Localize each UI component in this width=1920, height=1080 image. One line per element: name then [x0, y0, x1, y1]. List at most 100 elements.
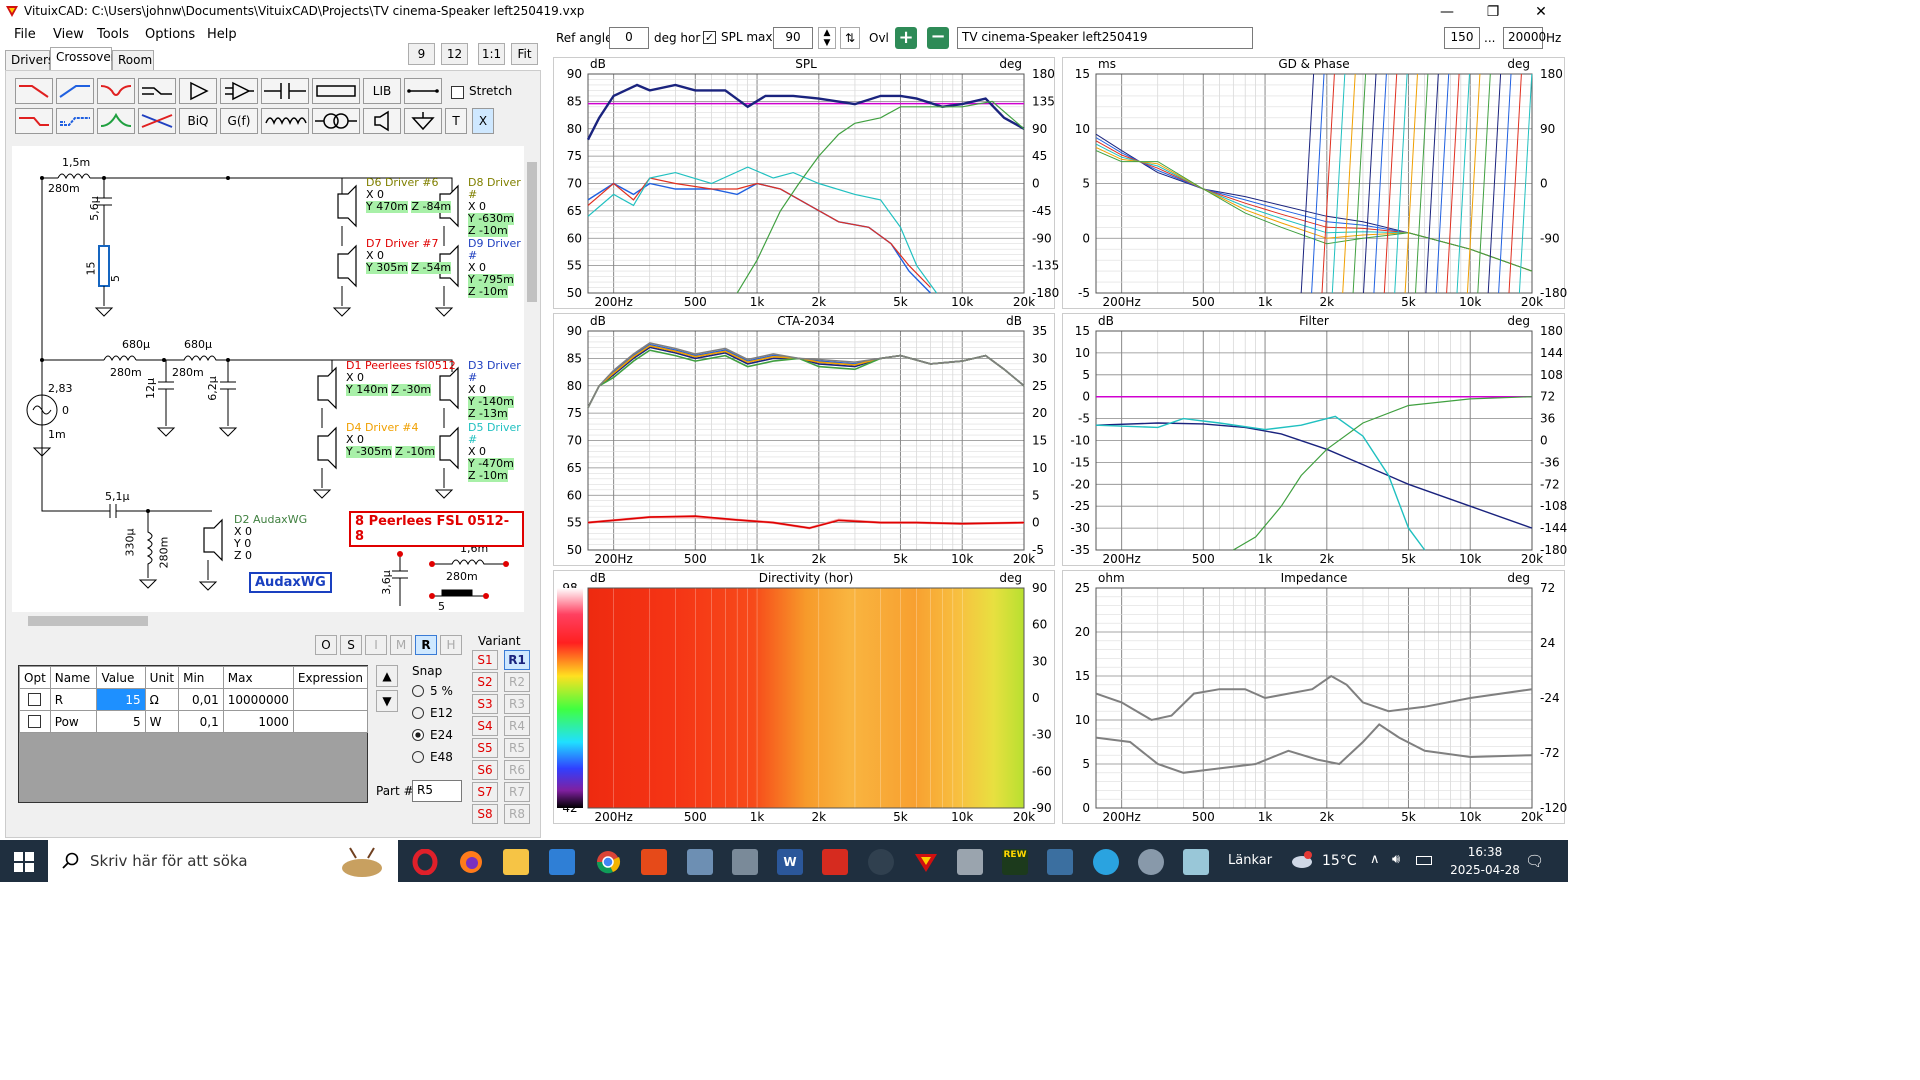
opt-checkbox[interactable] — [28, 693, 42, 706]
driver-tool[interactable] — [363, 108, 401, 134]
battery-icon[interactable] — [1416, 856, 1432, 865]
shelf-tool[interactable] — [138, 78, 176, 104]
variant-s4[interactable]: S4 — [472, 716, 498, 736]
filter-graph[interactable] — [1062, 313, 1565, 566]
project-name-field[interactable]: TV cinema-Speaker left250419 — [957, 27, 1253, 49]
driver-d8[interactable]: D8 Driver # X 0 Y -630m Z -10m — [468, 177, 524, 237]
menu-help[interactable]: Help — [207, 27, 237, 42]
cta-graph[interactable] — [553, 313, 1055, 566]
driver-d1[interactable]: D1 Peerlees fsl0512 X 0 Y 140m Z -30m — [346, 360, 456, 396]
auto-scale-button[interactable]: ⇅ — [840, 27, 860, 49]
part-number-field[interactable]: R5 — [412, 780, 462, 802]
ref-angle-input[interactable]: 0 — [609, 27, 649, 49]
variant-r2[interactable]: R2 — [504, 672, 530, 692]
buffer-tool[interactable] — [179, 78, 217, 104]
speedometer-icon[interactable] — [868, 849, 894, 875]
minimize-button[interactable]: — — [1424, 0, 1470, 24]
tab-room[interactable]: Room — [112, 50, 154, 70]
menu-tools[interactable]: Tools — [97, 27, 129, 42]
driver-d7[interactable]: D7 Driver #7 X 0 Y 305m Z -54m — [366, 238, 452, 274]
resistor-tool[interactable] — [312, 78, 360, 104]
close-button[interactable]: ✕ — [1518, 0, 1564, 24]
zoom-12-button[interactable]: 12 — [441, 43, 468, 65]
driver-d3[interactable]: D3 Driver # X 0 Y -140m Z -13m — [468, 360, 524, 420]
taskbar-search-box[interactable]: Skriv här för att söka — [48, 840, 398, 882]
variant-s1[interactable]: S1 — [472, 650, 498, 670]
rew-icon[interactable]: REW — [1002, 849, 1028, 875]
photos-icon[interactable] — [1047, 849, 1073, 875]
chevron-up-icon[interactable]: ∧ — [1370, 852, 1380, 867]
stretch-checkbox[interactable] — [451, 86, 464, 99]
param-min[interactable]: 0,01 — [178, 688, 224, 711]
schematic-hscroll[interactable] — [12, 614, 524, 628]
param-value[interactable]: 15 — [96, 688, 146, 711]
calculator-icon[interactable] — [732, 849, 758, 875]
lowpass2-tool[interactable] — [15, 108, 53, 134]
variant-s7[interactable]: S7 — [472, 782, 498, 802]
acrobat-icon[interactable] — [822, 849, 848, 875]
menu-options[interactable]: Options — [145, 27, 195, 42]
opera-icon[interactable] — [412, 848, 438, 876]
zoom-fit-button[interactable]: Fit — [511, 43, 538, 65]
move-down-button[interactable]: ▼ — [376, 690, 398, 712]
driver-d2[interactable]: D2 AudaxWG X 0 Y 0 Z 0 — [234, 514, 307, 562]
remove-overlay-button[interactable]: − — [927, 27, 949, 49]
driver-d5[interactable]: D5 Driver # X 0 Y -470m Z -10m — [468, 422, 524, 482]
zoom-1to1-button[interactable]: 1:1 — [478, 43, 505, 65]
menu-view[interactable]: View — [53, 27, 84, 42]
variant-r1[interactable]: R1 — [504, 650, 530, 670]
directivity-graph[interactable] — [553, 570, 1055, 824]
schematic-vscroll[interactable] — [525, 146, 539, 612]
snap-option-e48[interactable]: E48 — [412, 750, 453, 764]
variant-s2[interactable]: S2 — [472, 672, 498, 692]
variant-s8[interactable]: S8 — [472, 804, 498, 824]
title-annotation[interactable]: 8 Peerlees FSL 0512-8 — [349, 511, 524, 547]
weather-icon[interactable] — [1290, 850, 1314, 870]
text-tool[interactable]: T — [445, 108, 467, 134]
word-icon[interactable]: W — [777, 849, 803, 875]
remote-desktop-icon[interactable] — [687, 849, 713, 875]
telegram-icon[interactable] — [1093, 849, 1119, 875]
add-overlay-button[interactable]: + — [895, 27, 917, 49]
mode-o-button[interactable]: O — [315, 635, 337, 655]
mail-icon[interactable] — [549, 849, 575, 875]
highpass-tool[interactable] — [56, 78, 94, 104]
highpass2-tool[interactable] — [56, 108, 94, 134]
mode-r-button[interactable]: R — [415, 635, 437, 655]
volume-icon[interactable]: 🔊︎ — [1392, 852, 1400, 867]
snap-option-e24[interactable]: E24 — [412, 728, 453, 742]
tab-crossover[interactable]: Crossover — [50, 47, 116, 70]
variant-r6[interactable]: R6 — [504, 760, 530, 780]
snap-option-5pct[interactable]: 5 % — [412, 684, 453, 698]
clock-time[interactable]: 16:38 — [1460, 845, 1510, 859]
lowpass-tool[interactable] — [15, 78, 53, 104]
variant-s3[interactable]: S3 — [472, 694, 498, 714]
menu-file[interactable]: File — [14, 27, 36, 42]
capacitor-tool[interactable] — [261, 78, 309, 104]
delete-tool[interactable]: X — [472, 108, 494, 134]
freq-low-input[interactable]: 150 — [1444, 27, 1480, 49]
opamp-tool[interactable] — [220, 78, 258, 104]
transfer-function-tool[interactable]: G(f) — [220, 108, 258, 134]
tab-drivers[interactable]: Drivers — [5, 50, 54, 70]
variant-r7[interactable]: R7 — [504, 782, 530, 802]
mode-i-button[interactable]: I — [365, 635, 387, 655]
move-up-button[interactable]: ▲ — [376, 665, 398, 687]
transformer-tool[interactable] — [312, 108, 360, 134]
table-row[interactable]: R 15 Ω 0,01 10000000 — [19, 688, 369, 711]
impedance-graph[interactable] — [1062, 570, 1565, 824]
spl-max-spinner[interactable]: ▲ ▼ — [818, 27, 836, 49]
maximize-button[interactable]: ❐ — [1470, 0, 1516, 24]
peak-tool[interactable] — [97, 108, 135, 134]
biquad-tool[interactable]: BiQ — [179, 108, 217, 134]
param-expression[interactable] — [292, 688, 369, 711]
links-toolbar[interactable]: Länkar — [1228, 853, 1272, 868]
library-tool[interactable]: LIB — [363, 78, 401, 104]
app-icon[interactable] — [1138, 849, 1164, 875]
mode-m-button[interactable]: M — [390, 635, 412, 655]
mode-h-button[interactable]: H — [440, 635, 462, 655]
variant-r3[interactable]: R3 — [504, 694, 530, 714]
opt-checkbox[interactable] — [28, 715, 42, 728]
gd-phase-graph[interactable] — [1062, 57, 1565, 309]
snap-option-e12[interactable]: E12 — [412, 706, 453, 720]
